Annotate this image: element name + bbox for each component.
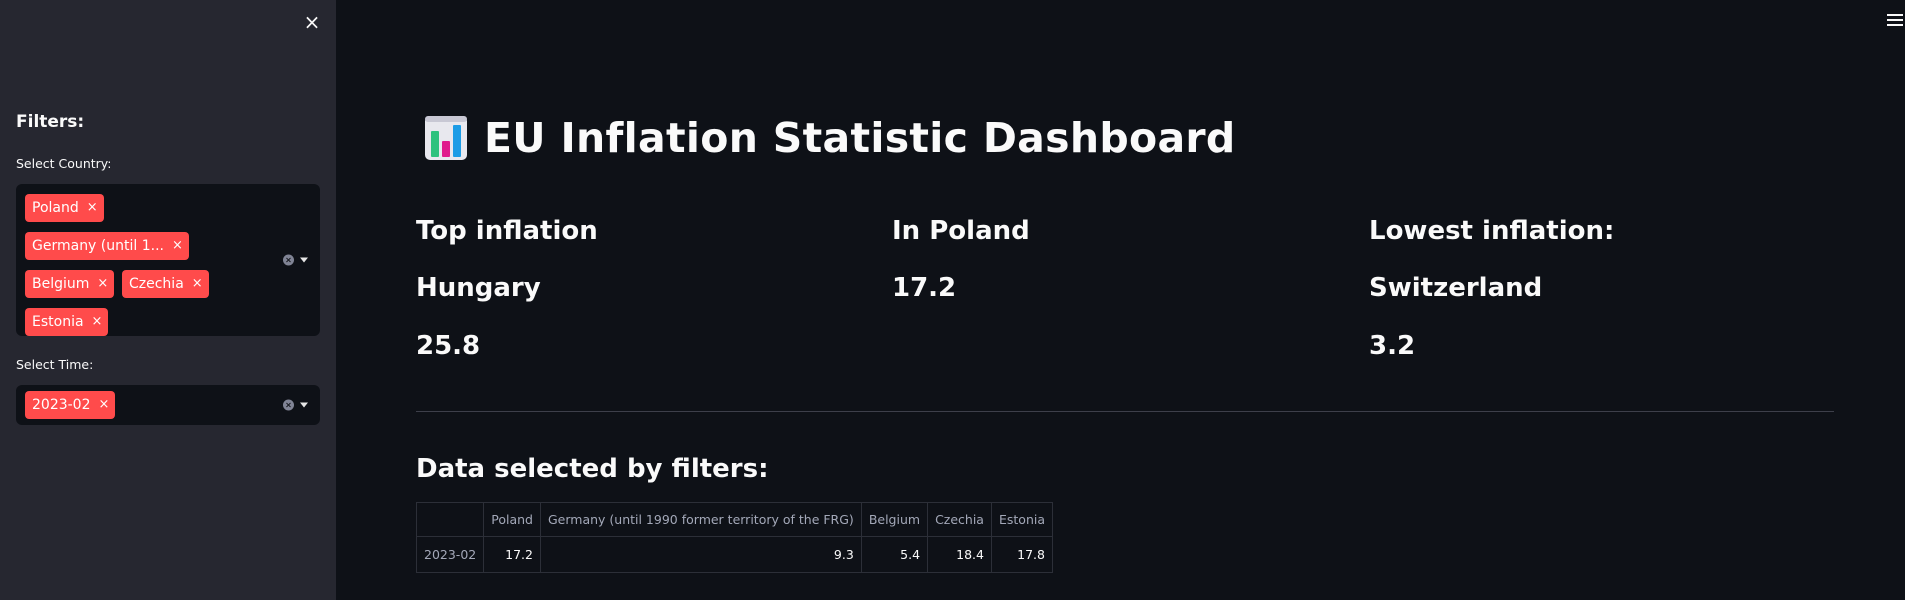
column-header[interactable]: Belgium	[860, 502, 929, 537]
column-header[interactable]: Czechia	[927, 502, 992, 537]
metric-label: Top inflation	[416, 216, 598, 246]
metric-label: Lowest inflation:	[1369, 216, 1615, 246]
country-multiselect[interactable]: Poland × Germany (until 1... × Belgium ×…	[16, 184, 320, 336]
close-sidebar-icon[interactable]: ×	[302, 12, 322, 32]
remove-tag-icon[interactable]: ×	[172, 232, 183, 260]
table-cell[interactable]: 17.8	[990, 536, 1054, 573]
column-header[interactable]: Poland	[483, 502, 541, 537]
metric-value: 17.2	[892, 273, 957, 303]
table-title: Data selected by filters:	[416, 454, 769, 484]
column-header[interactable]: Estonia	[990, 502, 1054, 537]
bar-chart-icon	[425, 116, 467, 160]
tag-label: Poland	[32, 200, 79, 216]
remove-tag-icon[interactable]: ×	[99, 391, 110, 419]
tag-label: Germany (until 1...	[32, 238, 164, 254]
row-index-cell[interactable]: 2023-02	[415, 536, 485, 573]
clear-icon[interactable]: ×	[283, 254, 294, 266]
metric-country: Switzerland	[1369, 273, 1543, 303]
sidebar: × Filters: Select Country: Poland × Germ…	[0, 0, 336, 600]
table-header-row: Poland Germany (until 1990 former territ…	[415, 502, 1054, 537]
metric-value: 25.8	[416, 331, 481, 361]
table-cell[interactable]: 17.2	[483, 536, 541, 573]
metric-label: In Poland	[892, 216, 1030, 246]
tag-label: Belgium	[32, 276, 90, 292]
remove-tag-icon[interactable]: ×	[97, 270, 108, 298]
filters-heading: Filters:	[16, 112, 85, 132]
main-menu-icon[interactable]	[1887, 14, 1903, 28]
table-row: 2023-02 17.2 9.3 5.4 18.4 17.8	[415, 536, 1054, 573]
time-label: Select Time:	[16, 357, 94, 372]
remove-tag-icon[interactable]: ×	[192, 270, 203, 298]
tag-label: 2023-02	[32, 397, 91, 413]
table-cell[interactable]: 9.3	[539, 536, 862, 573]
time-multiselect[interactable]: 2023-02 × ×	[16, 385, 320, 425]
clear-icon[interactable]: ×	[283, 399, 294, 411]
metric-country: Hungary	[416, 273, 541, 303]
country-tag[interactable]: Czechia ×	[122, 270, 209, 298]
remove-tag-icon[interactable]: ×	[92, 308, 103, 336]
country-tag[interactable]: Belgium ×	[25, 270, 115, 298]
time-controls: ×	[283, 399, 308, 411]
country-label: Select Country:	[16, 156, 112, 171]
page-title: EU Inflation Statistic Dashboard	[484, 114, 1236, 162]
metric-value: 3.2	[1369, 331, 1416, 361]
table-cell[interactable]: 5.4	[860, 536, 929, 573]
column-header[interactable]	[415, 502, 485, 537]
country-tag[interactable]: Germany (until 1... ×	[25, 232, 189, 260]
column-header[interactable]: Germany (until 1990 former territory of …	[539, 502, 862, 537]
table-cell[interactable]: 18.4	[927, 536, 992, 573]
chevron-down-icon[interactable]	[300, 257, 308, 263]
data-table[interactable]: Poland Germany (until 1990 former territ…	[415, 502, 1054, 573]
country-tag[interactable]: Poland ×	[25, 194, 104, 222]
chevron-down-icon[interactable]	[300, 402, 308, 408]
tag-label: Estonia	[32, 314, 84, 330]
remove-tag-icon[interactable]: ×	[87, 194, 98, 222]
title-row: EU Inflation Statistic Dashboard	[424, 114, 1236, 162]
country-controls: ×	[283, 254, 308, 266]
country-tag[interactable]: Estonia ×	[25, 308, 109, 336]
tag-label: Czechia	[129, 276, 184, 292]
time-tag[interactable]: 2023-02 ×	[25, 391, 116, 419]
divider	[416, 411, 1834, 412]
